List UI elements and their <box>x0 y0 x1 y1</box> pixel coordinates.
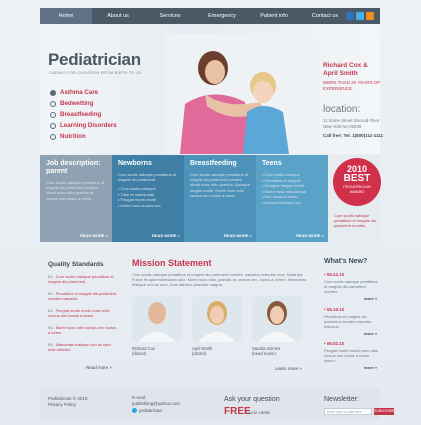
news-date: • 06.10.10 <box>324 307 345 312</box>
location-title: location: <box>323 104 361 115</box>
award-text: Cum sociis natoque penatibus et magnis d… <box>334 213 377 228</box>
privacy-link[interactable]: Privacy Policy <box>48 402 76 408</box>
social-links <box>346 12 374 20</box>
staff-photo[interactable] <box>132 296 182 342</box>
hero-photo <box>165 34 315 154</box>
email-link[interactable]: publishiing@yahoo.com <box>132 401 180 407</box>
quality-item[interactable]: 04. Morbi nunc odio cursus nec luctus a l… <box>48 325 118 335</box>
list-item[interactable]: Aenean tristique orci <box>262 200 322 206</box>
top-nav: Home About us Services Emergency Patient… <box>40 8 380 24</box>
news-more-link[interactable]: more » <box>364 365 377 370</box>
column-text: Cum sociis natoque penatibus et magnis d… <box>118 172 177 183</box>
nav-about[interactable]: About us <box>92 8 144 24</box>
news-title: What's New? <box>324 258 368 265</box>
staff-name: Richard Cox (doctor) <box>132 346 156 356</box>
award-best: BEST <box>343 173 371 184</box>
staff-photo[interactable] <box>252 296 302 342</box>
nav-patient-info[interactable]: Patient info <box>248 8 300 24</box>
skype-icon <box>132 408 137 414</box>
doctor-avatar <box>192 296 242 342</box>
news-date: • 06.02.10 <box>324 341 345 346</box>
column-title: Teens <box>262 160 282 167</box>
footer <box>40 388 380 420</box>
news-text[interactable]: Cum sociis natoque penatibus et magnis d… <box>324 279 379 294</box>
service-nutrition[interactable]: Nutrition <box>50 131 117 142</box>
news-date: • 06.22.10 <box>324 272 345 277</box>
column-teens: Teens Cum sociis natoque Penatibus et ma… <box>256 155 328 242</box>
list-item[interactable]: Morbi nunc cursus nec <box>118 203 178 209</box>
service-learning[interactable]: Learning Disorders <box>50 120 117 131</box>
radio-icon <box>50 89 56 96</box>
column-job: Job description: parent Cum sociis natoq… <box>40 155 112 242</box>
award-word: AWARD <box>349 189 365 194</box>
staff-name: Sandra Grimes (head nurse) <box>252 346 281 356</box>
column-text: Cum sociis natoque penatibus et magnis d… <box>46 180 105 201</box>
doctor-avatar <box>132 296 182 342</box>
radio-icon <box>50 111 56 118</box>
mission-title: Mission Statement <box>132 258 212 268</box>
quality-item[interactable]: 01. Cum sociis natoque penatibus et magni… <box>48 274 118 284</box>
page: Home About us Services Emergency Patient… <box>0 0 421 425</box>
read-more-link[interactable]: READ MORE » <box>152 233 180 238</box>
read-more-link[interactable]: READ MORE » <box>224 233 252 238</box>
services-list: Asthma Care Bedwetting Breastfeeding Lea… <box>50 87 117 142</box>
address: 11 Some Street Second Floor New York NA … <box>323 118 380 129</box>
column-title: Job description: parent <box>46 160 101 175</box>
column-title: Breastfeeding <box>190 160 237 167</box>
quality-item[interactable]: 05. Maecenas tristique orci ac sem duis u… <box>48 342 118 352</box>
tagline: CARING FOR CHILDREN FROM BIRTH TO 18 <box>49 70 141 75</box>
copyright: Pediatrician © 2010 <box>48 396 88 401</box>
phone: Call free: Tel. 1(800)111-1111 <box>323 133 383 138</box>
nurse-child-illustration <box>165 34 315 154</box>
column-breastfeeding: Breastfeeding Cum sociis natoque penatib… <box>184 155 256 242</box>
newsletter-title: Newsletter: <box>324 396 360 403</box>
staff-name: April Smith (doctor) <box>192 346 213 356</box>
ask-question: Ask your question <box>224 396 280 403</box>
news-text[interactable]: Feugiat morbi morbi nunc odio cursus nec… <box>324 348 379 363</box>
site-logo[interactable]: Pediatrician <box>48 50 141 70</box>
click-here-link[interactable]: CLICK HERE <box>246 410 270 415</box>
service-asthma[interactable]: Asthma Care <box>50 87 117 98</box>
news-text[interactable]: Penatibus et magnis dis parturient monte… <box>324 314 379 329</box>
nav-contact[interactable]: Contact us <box>300 8 350 24</box>
quality-item[interactable]: 03. Feugiat morbi morbi nunc odio cursus … <box>48 308 118 318</box>
staff-photo[interactable] <box>192 296 242 342</box>
read-more-link[interactable]: READ MORE » <box>296 233 324 238</box>
service-breastfeeding[interactable]: Breastfeeding <box>50 109 117 120</box>
twitter-icon[interactable] <box>356 12 364 20</box>
mission-learn-more[interactable]: Learn more » <box>275 366 302 371</box>
radio-icon <box>50 133 56 140</box>
nav-emergency[interactable]: Emergency <box>196 8 248 24</box>
newsletter-email-input[interactable]: Enter your e-mail here <box>324 408 372 415</box>
nav-home[interactable]: Home <box>40 8 92 24</box>
column-newborns: Newborns Cum sociis natoque penatibus et… <box>112 155 184 242</box>
subscribe-button[interactable]: SUBSCRIBE <box>374 408 394 415</box>
quality-item[interactable]: 02. Penatibus et magnis dis parturient mo… <box>48 291 118 301</box>
read-more-link[interactable]: READ MORE » <box>80 233 108 238</box>
experience-text: MORE THAN 20 YEARS OF EXPERIENCE <box>323 80 381 91</box>
column-title: Newborns <box>118 160 152 167</box>
column-text: Cum sociis natoque penatibus et magnis d… <box>190 172 250 198</box>
radio-icon <box>50 122 56 129</box>
doctor-names: Richard Cox & April Smith <box>323 62 368 77</box>
radio-icon <box>50 100 56 107</box>
nav-services[interactable]: Services <box>144 8 196 24</box>
linkedin-icon[interactable] <box>346 12 354 20</box>
rss-icon[interactable] <box>366 12 374 20</box>
news-more-link[interactable]: more » <box>364 331 377 336</box>
column-list: Cum sociis natoque Penatibus et magnis N… <box>262 172 322 205</box>
news-more-link[interactable]: more » <box>364 296 377 301</box>
mission-text: Cum sociis natoque penatibus et magnis d… <box>132 272 307 288</box>
quality-read-more[interactable]: Read more » <box>86 365 112 370</box>
quality-title: Quality Standards <box>48 261 104 268</box>
email-label: E-mail: <box>132 395 147 400</box>
nurse-avatar <box>252 296 302 342</box>
skype-link[interactable]: pediatrician <box>132 408 162 414</box>
service-bedwetting[interactable]: Bedwetting <box>50 98 117 109</box>
award-badge: 2010 BEST PEDIATRICIAN AWARD <box>333 158 381 206</box>
column-list: Cum sociis natoque Tiam et malesuada Feu… <box>118 186 178 208</box>
